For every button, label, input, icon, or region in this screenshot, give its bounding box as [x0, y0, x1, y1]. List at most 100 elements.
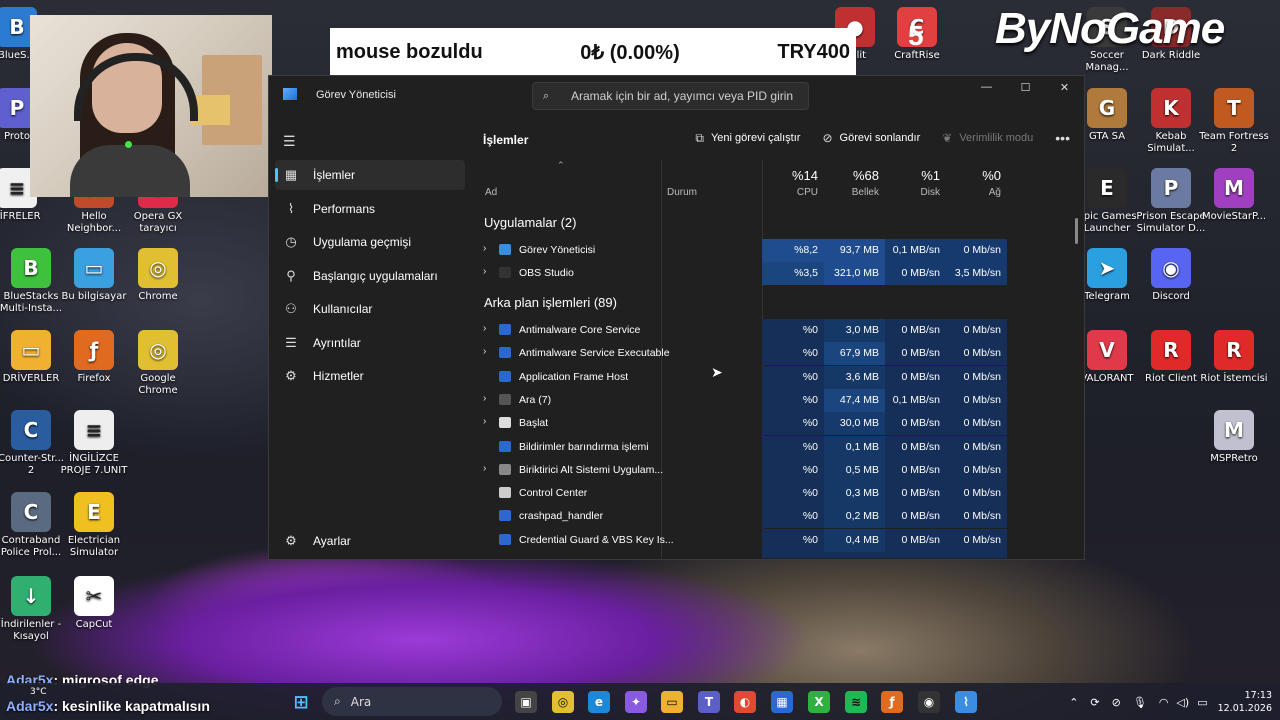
sidebar-item-app-history[interactable]: ◷ Uygulama geçmişi [275, 227, 465, 257]
wifi-icon[interactable]: ◠ [1159, 696, 1169, 709]
desktop-shortcut[interactable]: ◉ Discord [1136, 248, 1206, 303]
task-view-icon[interactable]: ▣ [515, 691, 537, 713]
microphone-icon[interactable]: 🎙 [1133, 696, 1147, 709]
table-row[interactable]: Bildirimler barındırma işlemi %0 0,1 MB 0 M… [467, 435, 1007, 459]
desktop-shortcut[interactable]: ◎ Chrome [123, 248, 193, 303]
network-total: %0 [982, 168, 1001, 183]
chevron-right-icon[interactable]: › [483, 393, 486, 404]
chevron-right-icon[interactable]: › [483, 266, 486, 277]
column-disk[interactable]: %1 Disk [885, 160, 946, 206]
sidebar-item-startup[interactable]: ⚲ Başlangıç uygulamaları [275, 261, 465, 291]
table-row[interactable]: › Başlat %0 30,0 MB 0 MB/sn 0 Mb/sn [467, 412, 1007, 436]
close-button[interactable]: ✕ [1045, 76, 1084, 98]
table-scrollbar[interactable] [1075, 218, 1078, 244]
chevron-right-icon[interactable]: › [483, 416, 486, 427]
process-mem-cell: 3,0 MB [824, 319, 885, 342]
sidebar-item-processes[interactable]: ▦ İşlemler [275, 160, 465, 190]
sidebar-item-services[interactable]: ⚙ Hizmetler [275, 361, 465, 391]
clock[interactable]: 17:13 12.01.2026 [1218, 689, 1272, 715]
hamburger-menu-icon[interactable]: ☰ [283, 133, 296, 150]
desktop-shortcut[interactable]: E Electrician Simulator [59, 492, 129, 559]
search-box[interactable]: ⌕ [532, 82, 809, 110]
efficiency-mode-button[interactable]: ❦ Verimlilik modu [942, 131, 1033, 145]
desktop-shortcut[interactable]: M MSPRetro [1199, 410, 1269, 465]
xbox-icon[interactable]: X [808, 691, 830, 713]
table-row[interactable]: › Ara (7) %0 47,4 MB 0,1 MB/sn 0 Mb/sn [467, 388, 1007, 412]
desktop-shortcut[interactable]: ƒ Firefox [59, 330, 129, 385]
weather-widget[interactable]: 3°C [30, 687, 47, 697]
desktop-shortcut[interactable]: C Counter-Str... 2 [0, 410, 66, 477]
file-explorer-icon[interactable]: ▭ [661, 691, 683, 713]
spotify-icon[interactable]: ≋ [845, 691, 867, 713]
maximize-button[interactable]: ☐ [1006, 76, 1045, 98]
firefox-icon[interactable]: ƒ [881, 691, 903, 713]
shortcut-label: Hello Neighbor... [66, 211, 122, 234]
process-cpu-cell: %0 [762, 388, 824, 412]
desktop-shortcut[interactable]: ↓ İndirilenler - Kısayol [0, 576, 66, 643]
shortcut-icon: ▭ [11, 330, 51, 370]
start-icon[interactable]: ⊞ [290, 691, 312, 713]
chevron-right-icon[interactable]: › [483, 463, 486, 474]
store-app-icon[interactable]: ◐ [734, 691, 756, 713]
desktop-shortcut[interactable]: P Prison Escape Simulator D... [1136, 168, 1206, 235]
desktop-shortcut[interactable]: ▭ DRİVERLER [0, 330, 66, 385]
sidebar-item-details[interactable]: ☰ Ayrıntılar [275, 328, 465, 358]
desktop-shortcut[interactable]: B BlueStacks Multi-Insta... [0, 248, 66, 315]
taskbar-search[interactable]: ⌕ Ara [322, 687, 502, 716]
desktop-shortcut[interactable]: M MovieStarP... [1199, 168, 1269, 223]
process-disk-cell: 0 MB/sn [885, 262, 946, 286]
chevron-right-icon[interactable]: › [483, 243, 486, 254]
window-title: Görev Yöneticisi [316, 89, 396, 101]
desktop-shortcut[interactable]: ◎ Google Chrome [123, 330, 193, 397]
chrome-icon[interactable]: ◎ [552, 691, 574, 713]
chevron-right-icon[interactable]: › [483, 346, 486, 357]
desktop-shortcut[interactable]: T Team Fortress 2 [1199, 88, 1269, 155]
desktop-shortcut[interactable]: K Kebab Simulat... [1136, 88, 1206, 155]
search-input[interactable] [569, 88, 803, 104]
sidebar-item-performance[interactable]: ⌇ Performans [275, 194, 465, 224]
table-row[interactable]: › Antimalware Core Service %0 3,0 MB 0 MB/sn… [467, 319, 1007, 342]
minimize-button[interactable]: — [967, 76, 1006, 98]
sync-icon[interactable]: ⟳ [1090, 696, 1099, 709]
chevron-up-icon[interactable]: ⌃ [1069, 696, 1078, 709]
process-net-cell: 0 Mb/sn [946, 319, 1007, 342]
volume-icon[interactable]: ◁) [1176, 696, 1189, 709]
table-row[interactable] [467, 552, 1007, 558]
desktop-shortcut[interactable]: ≡ İNGİLİZCE PROJE 7.UNIT [59, 410, 129, 477]
task-manager-taskbar-icon[interactable]: ⌇ [955, 691, 977, 713]
table-row[interactable]: Control Center %0 0,3 MB 0 MB/sn 0 Mb/sn [467, 482, 1007, 506]
table-row[interactable]: Credential Guard & VBS Key Is... %0 0,4 MB… [467, 528, 1007, 552]
column-name[interactable]: Ad [467, 160, 661, 206]
more-options-button[interactable]: ••• [1055, 130, 1070, 146]
table-row[interactable]: › Biriktirici Alt Sistemi Uygulam... %0 0,5… [467, 458, 1007, 482]
battery-icon[interactable]: ▭ [1197, 696, 1207, 709]
desktop-shortcut[interactable]: R Riot Client [1136, 330, 1206, 385]
table-row[interactable]: crashpad_handler %0 0,2 MB 0 MB/sn 0 Mb/sn [467, 505, 1007, 529]
end-task-button[interactable]: ⊘ Görevi sonlandır [822, 131, 920, 145]
column-memory[interactable]: %68 Bellek [824, 160, 885, 206]
column-network[interactable]: %0 Ağ [946, 160, 1007, 206]
sidebar-item-settings[interactable]: ⚙ Ayarlar [275, 527, 465, 555]
title-bar[interactable]: Görev Yöneticisi ⌕ — ☐ ✕ [269, 76, 1084, 116]
shortcut-icon: R [1151, 330, 1191, 370]
mute-icon[interactable]: ⊘ [1112, 696, 1121, 709]
obs-icon[interactable]: ◉ [918, 691, 940, 713]
column-status[interactable]: Durum [661, 160, 762, 206]
table-row[interactable]: Application Frame Host %0 3,6 MB 0 MB/sn 0 M… [467, 365, 1007, 389]
process-net-cell: 0 Mb/sn [946, 342, 1007, 366]
desktop-shortcut[interactable]: ✂ CapCut [59, 576, 129, 631]
sidebar-item-users[interactable]: ⚇ Kullanıcılar [275, 294, 465, 324]
desktop-shortcut[interactable]: ▭ Bu bilgisayar [59, 248, 129, 303]
column-cpu[interactable]: %14 CPU [762, 160, 824, 206]
desktop-shortcut[interactable]: C Contraband Police Prol... [0, 492, 66, 559]
copilot-icon[interactable]: ✦ [625, 691, 647, 713]
microsoft-store-icon[interactable]: ▦ [771, 691, 793, 713]
table-row[interactable]: › Antimalware Service Executable %0 67,9 MB… [467, 342, 1007, 366]
run-new-task-button[interactable]: ⧉ Yeni görevi çalıştır [695, 131, 800, 146]
edge-icon[interactable]: e [588, 691, 610, 713]
desktop-shortcut[interactable]: R Riot İstemcisi [1199, 330, 1269, 385]
table-row[interactable]: › Görev Yöneticisi %8,2 93,7 MB 0,1 MB/sn 0 M… [467, 239, 1007, 262]
table-row[interactable]: › OBS Studio %3,5 321,0 MB 0 MB/sn 3,5 Mb/sn [467, 262, 1007, 286]
chevron-right-icon[interactable]: › [483, 323, 486, 334]
teams-icon[interactable]: T [698, 691, 720, 713]
